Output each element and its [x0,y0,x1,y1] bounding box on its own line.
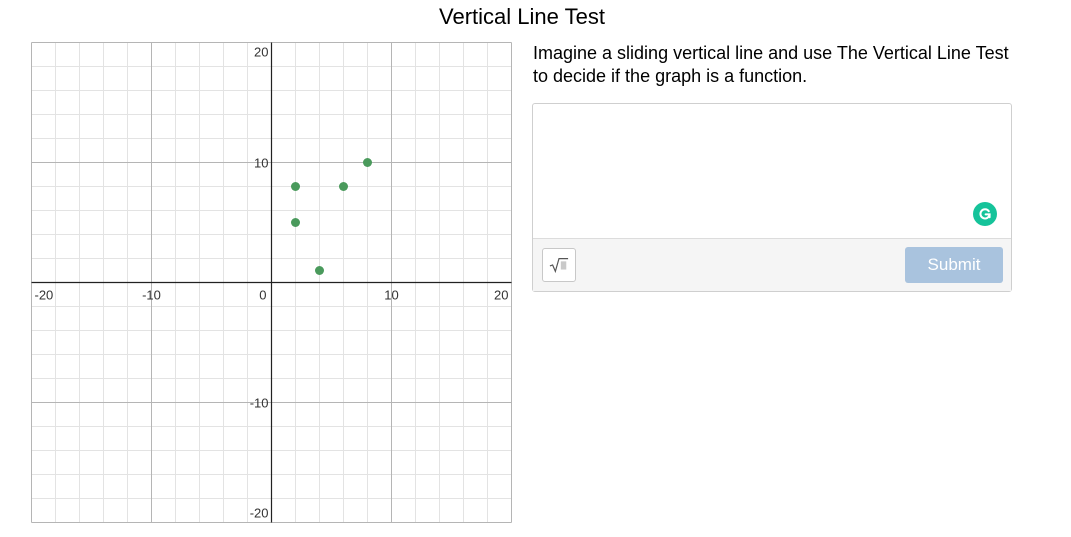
coordinate-graph: -20 -10 0 10 20 20 10 -10 -20 [31,42,512,523]
graph-point [339,182,348,191]
y-tick-label: -10 [250,396,269,411]
answer-input[interactable] [533,104,1011,238]
graph-point [291,218,300,227]
x-tick-label: 0 [259,288,266,303]
graph-canvas: -20 -10 0 10 20 20 10 -10 -20 [31,42,512,523]
x-tick-label: -10 [142,288,161,303]
data-points [291,158,372,275]
page-title: Vertical Line Test [439,4,605,29]
square-root-icon [549,258,569,273]
answer-toolbar: Submit [533,238,1011,291]
grammarly-icon[interactable] [973,202,997,226]
graph-point [291,182,300,191]
math-editor-button[interactable] [542,248,576,282]
y-tick-label: -20 [250,506,269,521]
x-tick-label: -20 [35,288,54,303]
y-tick-label: 10 [254,156,268,171]
graph-point [363,158,372,167]
x-tick-label: 20 [494,288,508,303]
x-tick-label: 10 [384,288,398,303]
y-tick-label: 20 [254,45,268,60]
submit-button[interactable]: Submit [905,247,1003,283]
graph-point [315,266,324,275]
answer-box: Submit [532,103,1012,292]
question-prompt: Imagine a sliding vertical line and use … [533,43,1009,86]
